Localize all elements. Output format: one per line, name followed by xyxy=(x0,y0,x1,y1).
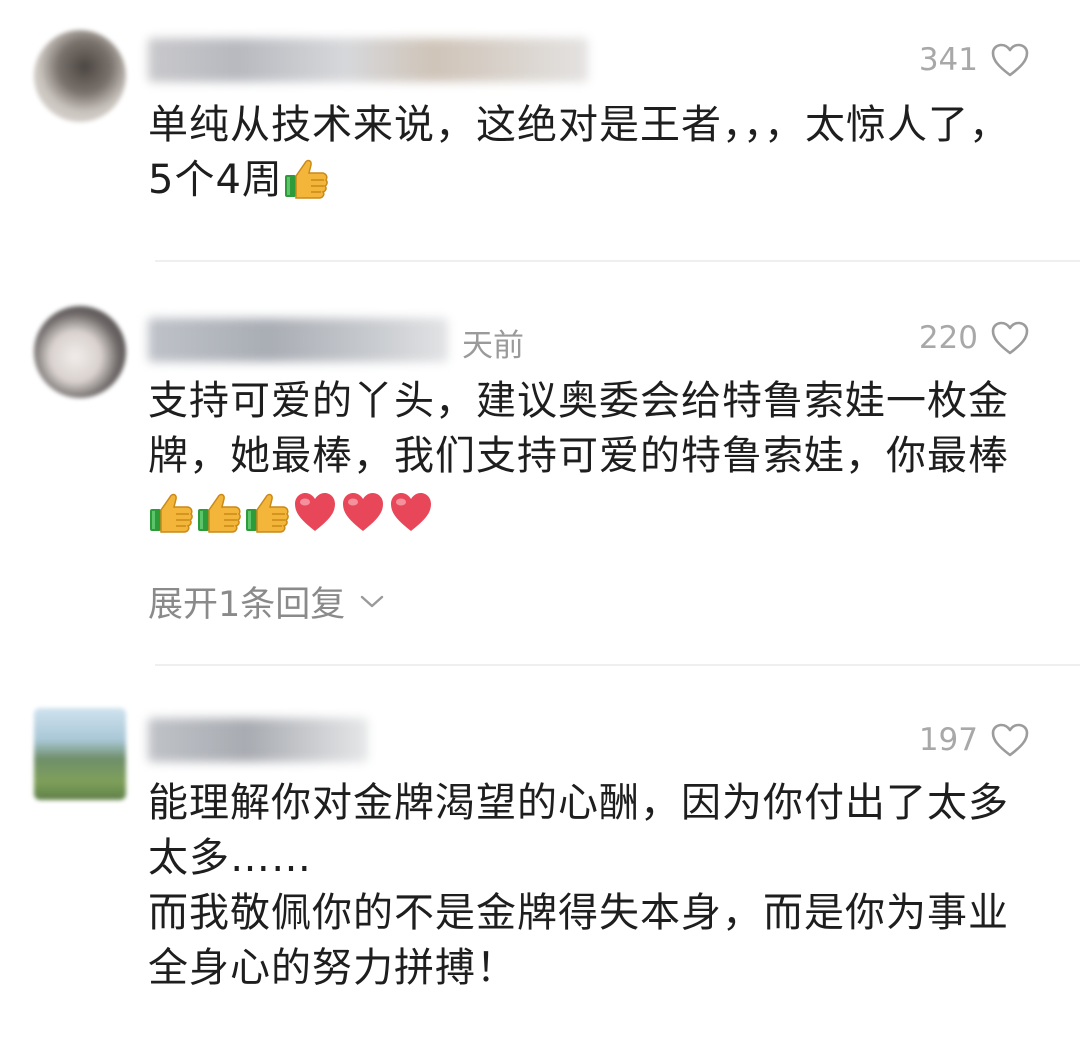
expand-replies-button[interactable]: 展开1条回复 xyxy=(148,576,385,627)
divider xyxy=(155,260,1080,262)
comment-line: 5个4周 xyxy=(148,153,1048,208)
emoji-row xyxy=(148,484,1048,539)
red-heart-icon xyxy=(388,489,434,535)
avatar[interactable] xyxy=(34,708,126,800)
avatar[interactable] xyxy=(34,306,126,398)
comment-text: 单纯从技术来说，这绝对是王者，，，太惊人了， 5个4周 xyxy=(148,98,1048,208)
comment-line: 太多…… xyxy=(148,835,312,881)
thumbs-up-icon xyxy=(196,489,242,535)
divider xyxy=(155,664,1080,666)
comment-line: 能理解你对金牌渴望的心酬，因为你付出了太多 xyxy=(148,780,1009,826)
comment-text: 支持可爱的丫头，建议奥委会给特鲁索娃一枚金 牌，她最棒，我们支持可爱的特鲁索娃，… xyxy=(148,374,1048,539)
like-count: 220 xyxy=(918,320,978,356)
username-blurred[interactable] xyxy=(148,38,588,82)
comment-line-text: 5个4周 xyxy=(148,157,283,203)
thumbs-up-icon xyxy=(148,489,194,535)
username-blurred[interactable] xyxy=(148,318,448,362)
heart-outline-icon[interactable] xyxy=(990,320,1030,356)
comment-time: 天前 xyxy=(462,328,524,364)
comment-line: 全身心的努力拼搏！ xyxy=(148,945,517,991)
thumbs-up-icon xyxy=(244,489,290,535)
avatar[interactable] xyxy=(34,30,126,122)
heart-outline-icon[interactable] xyxy=(990,722,1030,758)
chevron-down-icon xyxy=(361,595,384,607)
comment-line: 支持可爱的丫头，建议奥委会给特鲁索娃一枚金 xyxy=(148,378,1009,424)
heart-outline-icon[interactable] xyxy=(990,42,1030,78)
red-heart-icon xyxy=(292,489,338,535)
like-count: 197 xyxy=(918,722,978,758)
comment-line: 而我敬佩你的不是金牌得失本身，而是你为事业 xyxy=(148,890,1009,936)
red-heart-icon xyxy=(340,489,386,535)
like-count: 341 xyxy=(918,42,978,78)
username-blurred[interactable] xyxy=(148,718,368,762)
expand-replies-label: 展开1条回复 xyxy=(148,585,346,625)
thumbs-up-icon xyxy=(283,155,329,201)
comment-line: 单纯从技术来说，这绝对是王者，，，太惊人了， xyxy=(148,102,1010,148)
like-control[interactable]: 197 xyxy=(919,722,1030,758)
comment-line: 牌，她最棒，我们支持可爱的特鲁索娃，你最棒 xyxy=(148,433,1009,479)
like-control[interactable]: 341 xyxy=(919,42,1030,78)
comment-text: 能理解你对金牌渴望的心酬，因为你付出了太多 太多…… 而我敬佩你的不是金牌得失本… xyxy=(148,776,1048,996)
like-control[interactable]: 220 xyxy=(919,320,1030,356)
